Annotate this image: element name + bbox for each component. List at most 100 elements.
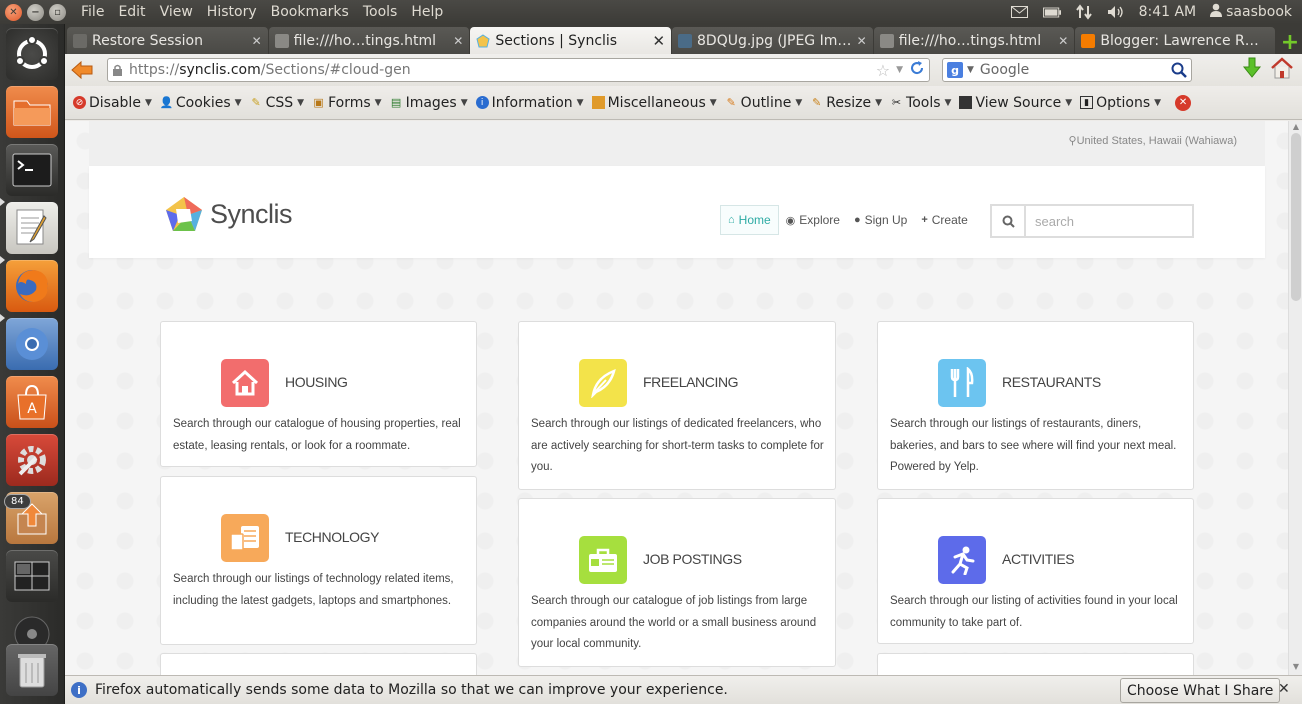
tab-label: file:///ho…tings.html [898, 32, 1042, 49]
card-description: Search through our catalogue of housing … [173, 418, 461, 452]
clock[interactable]: 8:41 AM [1139, 4, 1197, 20]
nav-home[interactable]: ⌂ Home [720, 205, 779, 235]
dev-images-menu[interactable]: ▤ Images ▼ [388, 95, 474, 111]
nav-create[interactable]: + Create [914, 205, 974, 235]
new-tab-button[interactable]: + [1278, 30, 1302, 55]
caret-down-icon: ▼ [234, 97, 242, 108]
search-engine-dropdown-icon[interactable]: ▼ [967, 65, 974, 75]
user-icon [1210, 3, 1223, 21]
nav-signup[interactable]: ● Sign Up [847, 205, 914, 235]
battery-icon[interactable] [1042, 5, 1061, 19]
svg-text:A: A [27, 401, 37, 417]
google-icon[interactable]: g [947, 62, 963, 78]
menu-view[interactable]: View [153, 0, 200, 24]
chromium-launcher[interactable] [6, 318, 58, 370]
tab-close-icon[interactable]: ✕ [652, 32, 665, 50]
nav-explore[interactable]: ◉ Explore [779, 205, 847, 235]
workspace-switcher-launcher[interactable] [6, 550, 58, 602]
url-bar[interactable]: https:// synclis.com /Sections/#cloud-ge… [107, 58, 930, 82]
dev-resize-menu[interactable]: ✎ Resize ▼ [808, 95, 888, 111]
caret-down-icon: ▼ [875, 97, 883, 108]
dev-css-menu[interactable]: ✎ CSS ▼ [248, 95, 310, 111]
scroll-thumb[interactable] [1291, 133, 1301, 301]
tab-jpeg-image[interactable]: 8DQUg.jpg (JPEG Im… ✕ [672, 27, 873, 54]
data-reporting-notification: i Firefox automatically sends some data … [65, 675, 1302, 704]
dev-outline-menu[interactable]: ✎ Outline ▼ [723, 95, 809, 111]
terminal-launcher[interactable] [6, 144, 58, 196]
category-card-job-postings[interactable]: JOB POSTINGS Search through our catalogu… [518, 498, 836, 667]
category-card-freelancing[interactable]: FREELANCING Search through our listings … [518, 321, 836, 490]
menu-bookmarks[interactable]: Bookmarks [264, 0, 356, 24]
card-description: Search through our listing of activities… [890, 595, 1178, 629]
tab-restore-session[interactable]: Restore Session ✕ [67, 27, 268, 54]
tab-file-settings-1[interactable]: file:///ho…tings.html ✕ [268, 27, 470, 54]
files-launcher[interactable] [6, 86, 58, 138]
bookmark-star-icon[interactable]: ☆ [876, 61, 890, 80]
text-editor-launcher[interactable] [6, 202, 58, 254]
dev-tools-menu[interactable]: ✂ Tools ▼ [888, 95, 957, 111]
firefox-launcher[interactable] [6, 260, 58, 312]
tab-label: 8DQUg.jpg (JPEG Im… [697, 32, 852, 49]
card-title: RESTAURANTS [1002, 374, 1101, 390]
system-settings-launcher[interactable] [6, 434, 58, 486]
mail-icon[interactable] [1011, 5, 1029, 19]
site-search-input[interactable] [1026, 206, 1192, 236]
tab-blogger[interactable]: Blogger: Lawrence R… [1075, 27, 1276, 54]
search-bar[interactable]: g ▼ Google [942, 58, 1192, 82]
category-card-housing[interactable]: HOUSING Search through our catalogue of … [160, 321, 477, 467]
caret-down-icon: ▼ [576, 97, 584, 108]
dev-miscellaneous-menu[interactable]: Miscellaneous ▼ [590, 95, 723, 111]
blogger-favicon-icon [1081, 33, 1096, 48]
user-menu[interactable]: saasbook [1210, 3, 1292, 21]
category-card-restaurants[interactable]: RESTAURANTS Search through our listings … [877, 321, 1194, 490]
reload-icon[interactable] [909, 60, 925, 80]
navigation-bar: https:// synclis.com /Sections/#cloud-ge… [65, 54, 1302, 86]
category-card-partial[interactable] [877, 653, 1194, 675]
tab-close-icon[interactable]: ✕ [252, 34, 262, 48]
tab-close-icon[interactable]: ✕ [453, 34, 463, 48]
tab-close-icon[interactable]: ✕ [857, 34, 867, 48]
disable-icon: ⊘ [73, 96, 86, 109]
menu-edit[interactable]: Edit [111, 0, 152, 24]
dev-forms-menu[interactable]: ▣ Forms ▼ [310, 95, 387, 111]
dev-options-menu[interactable]: ▮ Options ▼ [1078, 95, 1167, 111]
tab-close-icon[interactable]: ✕ [1058, 34, 1068, 48]
network-icon[interactable] [1075, 4, 1093, 20]
back-button[interactable] [69, 58, 95, 82]
category-card-partial[interactable] [160, 653, 477, 675]
dev-information-menu[interactable]: i Information ▼ [474, 95, 590, 111]
tab-synclis-sections[interactable]: Sections | Synclis ✕ [470, 27, 672, 54]
page-scrollbar[interactable]: ▲ ▼ [1288, 121, 1302, 675]
synclis-logo[interactable]: Synclis [164, 195, 293, 233]
category-card-activities[interactable]: ACTIVITIES Search through our listing of… [877, 498, 1194, 644]
notification-close-icon[interactable]: ✕ [1278, 681, 1290, 697]
ubuntu-dash-button[interactable] [6, 28, 58, 80]
software-center-launcher[interactable]: A [6, 376, 58, 428]
dev-disable-menu[interactable]: ⊘ Disable ▼ [71, 95, 158, 111]
caret-down-icon: ▼ [1065, 97, 1073, 108]
nav-home-label: Home [738, 213, 771, 227]
volume-icon[interactable] [1107, 5, 1125, 19]
menu-file[interactable]: File [74, 0, 111, 24]
menu-tools[interactable]: Tools [356, 0, 405, 24]
site-search-button[interactable] [992, 206, 1026, 236]
dev-close-toolbar-button[interactable]: ✕ [1173, 94, 1197, 111]
category-card-technology[interactable]: TECHNOLOGY Search through our listings o… [160, 476, 477, 645]
dev-cookies-menu[interactable]: 👤 Cookies ▼ [158, 95, 248, 111]
dropdown-arrow-icon[interactable]: ▼ [896, 65, 903, 75]
tab-file-settings-2[interactable]: file:///ho…tings.html ✕ [873, 27, 1075, 54]
maximize-window-button[interactable]: ▫ [49, 3, 66, 21]
minimize-window-button[interactable]: − [27, 3, 44, 21]
site-nav: ⌂ Home ◉ Explore ● Sign Up + Create [720, 205, 975, 235]
download-icon[interactable] [1242, 57, 1262, 83]
scroll-up-icon[interactable]: ▲ [1291, 122, 1301, 132]
menu-history[interactable]: History [200, 0, 264, 24]
scroll-down-icon[interactable]: ▼ [1291, 662, 1301, 672]
choose-what-i-share-button[interactable]: Choose What I Share [1120, 678, 1281, 703]
menu-help[interactable]: Help [404, 0, 450, 24]
dev-view-source-menu[interactable]: View Source ▼ [957, 95, 1078, 111]
magnifier-icon[interactable] [1171, 62, 1187, 78]
close-window-button[interactable]: ✕ [5, 3, 22, 21]
home-icon[interactable] [1270, 57, 1294, 83]
trash-launcher[interactable] [6, 644, 58, 696]
